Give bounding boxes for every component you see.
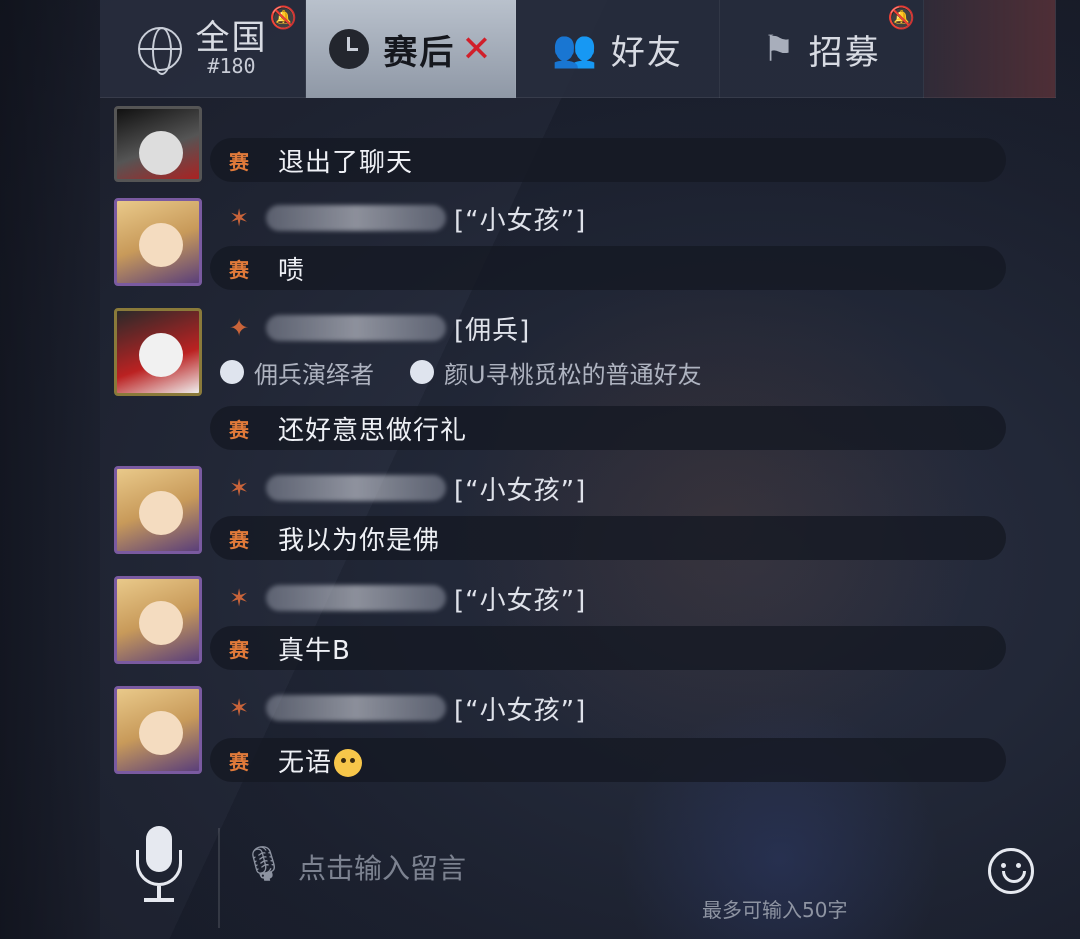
national-text: 全国 #180 xyxy=(195,17,268,79)
spider-icon: ✶ xyxy=(228,474,250,502)
globe-icon xyxy=(137,27,182,75)
microphone-icon[interactable] xyxy=(134,826,184,902)
emoji-button-icon[interactable] xyxy=(988,848,1034,894)
character-title: [“小女孩”] xyxy=(454,475,587,506)
chat-message: 赛 退出了聊天 xyxy=(100,98,1020,188)
name-row: ✶ [“小女孩”] xyxy=(220,580,586,616)
tag: 佣兵演绎者 xyxy=(220,355,374,390)
online-count: #180 xyxy=(207,54,256,79)
channel-tab-bar: 全国 #180 🔕 赛后 ✕ 👥 好友 ⚑ 招募 🔕 xyxy=(100,0,1056,98)
avatar[interactable] xyxy=(114,466,202,554)
clock-icon xyxy=(329,29,370,69)
spider-icon: ✶ xyxy=(228,584,250,612)
match-badge: 赛 xyxy=(229,417,249,442)
eye-roll-emoji-icon xyxy=(334,749,363,777)
blurred-username xyxy=(266,585,446,611)
tag-label: 佣兵演绎者 xyxy=(254,360,374,389)
tab-postgame[interactable]: 赛后 ✕ xyxy=(306,0,516,98)
input-bar: 🎙 最多可输入50字 xyxy=(100,808,1056,939)
message-text: 无语 xyxy=(268,742,363,779)
chat-list[interactable]: 赛 退出了聊天 ✶ [“小女孩”] 赛 啧 ✦ [佣兵] 佣兵演绎者 颜U寻桃觅… xyxy=(100,98,1020,798)
avatar-face xyxy=(139,333,183,377)
chat-message: ✶ [“小女孩”] 赛 我以为你是佛 xyxy=(100,466,1020,566)
friends-icon: 👥 xyxy=(552,29,597,70)
flag-icon: ⚑ xyxy=(762,28,795,70)
mute-icon: 🔕 xyxy=(887,6,915,31)
message-text: 我以为你是佛 xyxy=(278,525,441,556)
mute-icon: 🔕 xyxy=(269,6,297,31)
match-badge: 赛 xyxy=(229,637,249,662)
message-input[interactable] xyxy=(298,846,858,890)
blurred-username xyxy=(266,475,446,501)
message-bubble: 赛 退出了聊天 xyxy=(210,138,1006,182)
message-bubble: 赛 无语 xyxy=(210,738,1006,782)
tab-friends[interactable]: 👥 好友 xyxy=(516,0,720,98)
chat-message: ✦ [佣兵] 佣兵演绎者 颜U寻桃觅松的普通好友 赛 还好意思做行礼 xyxy=(100,306,1020,456)
name-row: ✶ [“小女孩”] xyxy=(220,470,586,506)
char-limit-hint: 最多可输入50字 xyxy=(702,898,848,922)
avatar[interactable] xyxy=(114,576,202,664)
match-badge: 赛 xyxy=(229,257,249,282)
spider-icon: ✶ xyxy=(228,204,250,232)
character-title: [佣兵] xyxy=(454,315,531,346)
avatar-face xyxy=(139,223,183,267)
name-row: ✦ [佣兵] xyxy=(220,310,530,346)
match-badge: 赛 xyxy=(229,527,249,552)
message-text: 真牛B xyxy=(278,635,351,666)
tag-label: 颜U寻桃觅松的普通好友 xyxy=(444,360,702,389)
message-bubble: 赛 啧 xyxy=(210,246,1006,290)
character-title: [“小女孩”] xyxy=(454,205,587,236)
avatar[interactable] xyxy=(114,198,202,286)
match-badge: 赛 xyxy=(229,749,249,774)
message-text-content: 无语 xyxy=(278,747,333,778)
tag-icon xyxy=(220,360,244,384)
message-bubble: 赛 还好意思做行礼 xyxy=(210,406,1006,450)
message-bubble: 赛 我以为你是佛 xyxy=(210,516,1006,560)
message-text: 退出了聊天 xyxy=(278,147,414,178)
message-bubble: 赛 真牛B xyxy=(210,626,1006,670)
avatar[interactable] xyxy=(114,686,202,774)
message-text: 还好意思做行礼 xyxy=(278,415,468,446)
tab-friends-label: 好友 xyxy=(610,32,683,73)
tab-recruit[interactable]: ⚑ 招募 🔕 xyxy=(720,0,924,98)
avatar-face xyxy=(139,131,183,175)
tab-postgame-label: 赛后 xyxy=(383,32,456,73)
chat-message: ✶ [“小女孩”] 赛 无语 xyxy=(100,686,1020,790)
avatar[interactable] xyxy=(114,308,202,396)
close-icon[interactable]: ✕ xyxy=(461,29,491,70)
tag-row: 佣兵演绎者 颜U寻桃觅松的普通好友 xyxy=(220,355,702,390)
voice-to-text-icon[interactable]: 🎙 xyxy=(242,844,285,884)
match-badge: 赛 xyxy=(229,149,249,174)
tab-recruit-label: 招募 xyxy=(808,32,881,73)
avatar-face xyxy=(139,491,183,535)
tag-icon xyxy=(410,360,434,384)
tab-bar-end xyxy=(924,0,1056,98)
blurred-username xyxy=(266,315,446,341)
tab-national-label: 全国 xyxy=(195,17,268,58)
avatar-face xyxy=(139,711,183,755)
character-title: [“小女孩”] xyxy=(454,585,587,616)
chat-message: ✶ [“小女孩”] 赛 真牛B xyxy=(100,576,1020,676)
vip-icon: ✦ xyxy=(228,314,250,342)
spider-icon: ✶ xyxy=(228,694,250,722)
message-text: 啧 xyxy=(278,255,306,286)
blurred-username xyxy=(266,695,446,721)
tag: 颜U寻桃觅松的普通好友 xyxy=(410,355,702,390)
tab-national[interactable]: 全国 #180 🔕 xyxy=(100,0,306,98)
left-strip xyxy=(0,0,100,939)
character-title: [“小女孩”] xyxy=(454,695,587,726)
chat-message: ✶ [“小女孩”] 赛 啧 xyxy=(100,196,1020,296)
divider xyxy=(218,828,220,928)
name-row: ✶ [“小女孩”] xyxy=(220,690,586,726)
blurred-username xyxy=(266,205,446,231)
name-row: ✶ [“小女孩”] xyxy=(220,200,586,236)
avatar-face xyxy=(139,601,183,645)
avatar[interactable] xyxy=(114,106,202,182)
